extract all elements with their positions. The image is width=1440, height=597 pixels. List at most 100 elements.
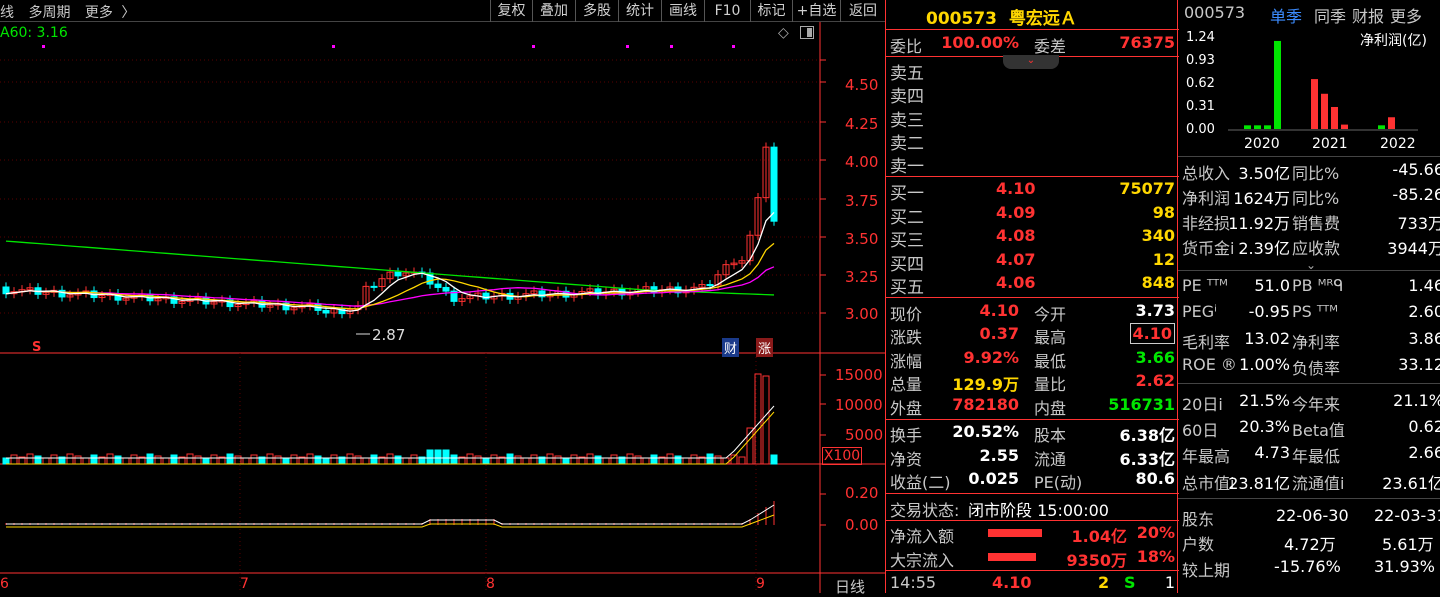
sell-row[interactable]: 卖五 (886, 58, 1179, 84)
toolbar-btn-tongji[interactable]: 统计 (618, 0, 661, 22)
candle-body (706, 284, 714, 287)
month-label: 9 (756, 576, 765, 592)
toolbar-btn-zixuan[interactable]: +自选 (792, 0, 840, 22)
profit-bar (1321, 93, 1328, 129)
volume-bar (154, 455, 162, 465)
month-label: 7 (240, 576, 249, 592)
volume-bar (162, 457, 170, 465)
volume-bar (426, 449, 434, 465)
stat-row: 总量 129.9万 量比 2.62 (886, 370, 1179, 394)
volume-bar (74, 455, 82, 465)
volume-bar (50, 454, 58, 465)
tick-row[interactable]: 14:55 4.10 2 S 1 (886, 572, 1179, 595)
buy-row[interactable]: 买三 4.08 340 (886, 225, 1179, 251)
change-value: 0.37 (979, 324, 1019, 343)
candle-body (434, 283, 442, 288)
volume-bar (146, 453, 154, 465)
price-tick: 3.00 (845, 305, 879, 323)
signal-s-badge[interactable]: S (32, 340, 41, 355)
ob-label: 买三 (890, 231, 924, 251)
volume-bar (770, 454, 778, 465)
stat-label: 总量 (890, 375, 923, 394)
low-price-marker: 2.87 (372, 326, 406, 344)
tick-time: 14:55 (890, 573, 937, 592)
volume-bar (490, 454, 498, 465)
toolbar-btn-f10[interactable]: F10 (704, 0, 750, 22)
flow-bar (988, 529, 1042, 537)
kline-chart-area[interactable]: A60: 3.16 ◇ 4.50 4.25 4.00 3.75 3.50 3.2… (0, 22, 885, 596)
volume-bar (450, 454, 458, 465)
toolbar-btn-fuquan[interactable]: 复权 (490, 0, 532, 22)
sell-row[interactable]: 卖二 (886, 128, 1179, 154)
fin-row: 非经损 11.92万 销售费 733万 (1182, 214, 1440, 233)
window-toggle-icon[interactable] (800, 26, 814, 39)
volume-bar (194, 455, 202, 465)
period-selector[interactable]: 线 多周期 更多 〉 (0, 2, 135, 22)
buy-row[interactable]: 买二 4.09 98 (886, 202, 1179, 228)
volume-bar (242, 457, 250, 465)
stock-header: 000573 粤宏远Ａ (926, 4, 1077, 29)
y-tick: 1.24 (1186, 30, 1215, 45)
kline-svg[interactable] (0, 22, 885, 593)
financial-report-badge[interactable]: 财 (722, 338, 740, 357)
flow-label: 大宗流入 (890, 551, 955, 570)
volume-bar (514, 455, 522, 465)
sell-row[interactable]: 卖三 (886, 105, 1179, 131)
toolbar-btn-fanhui[interactable]: 返回 (840, 0, 885, 22)
volume-bar (562, 457, 570, 465)
multi-period-button[interactable]: 多周期 (28, 5, 70, 21)
float-shares: 6.33亿 (1119, 450, 1175, 469)
buy-row[interactable]: 买五 4.06 848 (886, 272, 1179, 298)
stat-label: 内盘 (1034, 399, 1067, 418)
price-tick: 4.50 (845, 76, 879, 94)
volume-bar (82, 457, 90, 465)
volume-bar (322, 457, 330, 465)
volume-unit-box[interactable]: X100 (822, 447, 862, 465)
stat-label: 今开 (1034, 305, 1067, 324)
sell-row[interactable]: 卖四 (886, 81, 1179, 107)
volume-bar (706, 453, 714, 465)
turnover: 20.52% (952, 422, 1019, 441)
price-tick: 3.25 (845, 268, 879, 286)
sell-row[interactable]: 卖一 (886, 151, 1179, 177)
more-button[interactable]: 更多 (85, 5, 113, 21)
flow-value: 1.04亿 (1071, 527, 1127, 546)
weicha-label: 委差 (1034, 37, 1067, 56)
volume-bar (482, 457, 490, 465)
profit-bar (1274, 40, 1281, 129)
limit-up-badge[interactable]: 涨 (756, 338, 774, 357)
fin-row: 总收入 3.50亿 同比% -45.66 (1182, 160, 1440, 183)
volume-ma-line (6, 405, 775, 459)
fin-row: 货币金i 2.39亿 应收款 3944万 (1182, 239, 1440, 258)
profit-bar (1341, 124, 1348, 129)
weicha-value: 76375 (1119, 33, 1175, 52)
flow-row[interactable]: 净流入额 1.04亿 20% (886, 522, 1179, 546)
volume-bar (690, 454, 698, 465)
stat-label: 外盘 (890, 399, 923, 418)
volume-bar (570, 454, 578, 465)
fin-row: 净利润 1624万 同比% -85.26 (1182, 185, 1440, 208)
buy-row[interactable]: 买一 4.10 75077 (886, 178, 1179, 204)
toolbar-btn-huaxian[interactable]: 画线 (661, 0, 704, 22)
toolbar-btn-biaoji[interactable]: 标记 (750, 0, 792, 22)
divider (886, 419, 1179, 420)
volume-bar (602, 457, 610, 465)
ob-price: 4.10 (996, 179, 1036, 198)
more-chevron-icon[interactable]: 〉 (121, 5, 135, 21)
flow-row[interactable]: 大宗流入 9350万 18% (886, 546, 1179, 570)
price-tick: 3.75 (845, 192, 879, 210)
volume-bar (26, 453, 34, 465)
divider (1178, 156, 1440, 157)
buy-row[interactable]: 买四 4.07 12 (886, 249, 1179, 275)
toolbar-btn-diejia[interactable]: 叠加 (532, 0, 575, 22)
period-daily-label[interactable]: 日线 (835, 576, 865, 597)
toolbar-btn-duogu[interactable]: 多股 (575, 0, 618, 22)
stat-row: 涨跌 0.37 最高 4.10 (886, 323, 1179, 347)
flow-value: 9350万 (1066, 551, 1127, 570)
weibi-row: 委比 100.00% 委差 76375 (886, 32, 1179, 56)
ob-price: 4.08 (996, 226, 1036, 245)
volume-bar (34, 455, 42, 465)
candle-body (370, 285, 378, 288)
period-label[interactable]: 线 (0, 5, 14, 21)
diamond-icon[interactable]: ◇ (778, 25, 789, 41)
